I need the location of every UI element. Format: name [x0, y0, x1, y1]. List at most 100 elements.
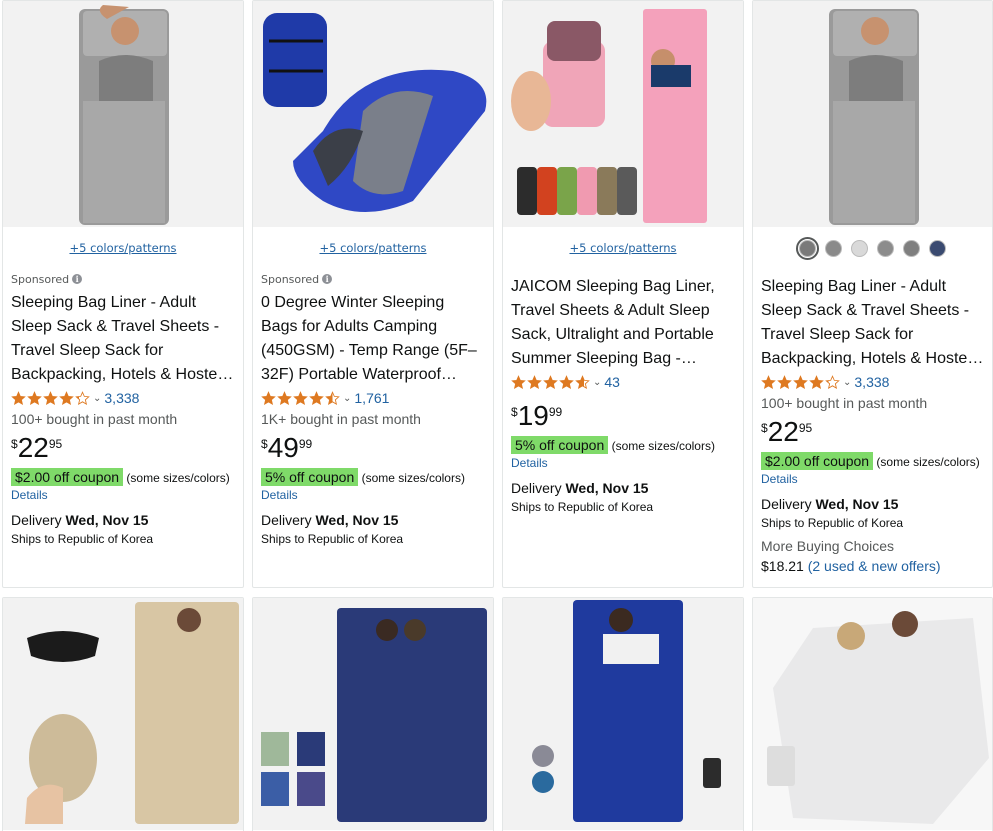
coupon-row: $2.00 off coupon (some sizes/colors) Det…: [761, 452, 984, 488]
star-icon: [293, 390, 308, 406]
rating-row[interactable]: ⌄ 1,761: [261, 387, 485, 409]
star-rating[interactable]: [761, 374, 840, 390]
product-card[interactable]: [502, 597, 744, 831]
star-icon: [527, 374, 542, 390]
color-swatch[interactable]: [929, 240, 946, 257]
product-card[interactable]: +5 colors/patterns Sponsored i Sleeping …: [2, 0, 244, 588]
review-count[interactable]: 43: [604, 374, 620, 390]
product-title[interactable]: Sleeping Bag Liner - Adult Sleep Sack & …: [761, 275, 984, 371]
more-buying-price: $18.21 (2 used & new offers): [761, 558, 941, 574]
product-image[interactable]: [503, 1, 743, 227]
info-icon[interactable]: i: [322, 274, 333, 284]
delivery-info: Delivery Wed, Nov 15: [11, 512, 149, 528]
coupon-badge[interactable]: 5% off coupon: [511, 436, 609, 454]
more-buying-choices: More Buying Choices: [761, 538, 895, 554]
color-swatch[interactable]: [903, 240, 920, 257]
sponsored-label: Sponsored i: [11, 271, 235, 287]
star-rating[interactable]: [511, 374, 590, 390]
price[interactable]: $ 22 95: [11, 433, 235, 465]
product-image[interactable]: [503, 598, 743, 830]
star-rating[interactable]: [261, 390, 340, 406]
color-swatch[interactable]: [851, 240, 868, 257]
ships-to: Ships to Republic of Korea: [761, 516, 904, 530]
color-swatch[interactable]: [877, 240, 894, 257]
details-link[interactable]: Details: [11, 488, 48, 502]
product-card[interactable]: [252, 597, 494, 831]
coupon-badge[interactable]: $2.00 off coupon: [761, 452, 874, 470]
product-image[interactable]: [253, 598, 493, 830]
product-card[interactable]: [2, 597, 244, 831]
product-card[interactable]: +5 colors/patterns Sponsored i 0 Degree …: [252, 0, 494, 588]
more-colors-link[interactable]: +5 colors/patterns: [503, 241, 743, 255]
product-image[interactable]: [753, 1, 992, 227]
product-title[interactable]: Sleeping Bag Liner - Adult Sleep Sack & …: [11, 291, 235, 387]
star-icon: [43, 390, 58, 406]
bought-count: 100+ bought in past month: [761, 395, 928, 411]
coupon-badge[interactable]: 5% off coupon: [261, 468, 359, 486]
star-icon: [261, 390, 276, 406]
bought-count: 100+ bought in past month: [11, 411, 178, 427]
more-colors-link[interactable]: +5 colors/patterns: [253, 241, 493, 255]
price[interactable]: $ 49 99: [261, 433, 485, 465]
star-icon: [325, 390, 340, 406]
rating-row[interactable]: ⌄ 43: [511, 371, 735, 393]
star-icon: [559, 374, 574, 390]
star-icon: [761, 374, 776, 390]
ships-to: Ships to Republic of Korea: [261, 532, 404, 546]
review-count[interactable]: 3,338: [854, 374, 889, 390]
product-image[interactable]: [753, 598, 992, 830]
star-icon: [777, 374, 792, 390]
coupon-row: 5% off coupon (some sizes/colors) Detail…: [511, 436, 735, 472]
star-icon: [793, 374, 808, 390]
details-link[interactable]: Details: [511, 455, 735, 472]
color-swatch[interactable]: [796, 237, 819, 260]
coupon-note: (some sizes/colors): [876, 455, 980, 469]
star-rating[interactable]: [11, 390, 90, 406]
chevron-down-icon[interactable]: ⌄: [343, 393, 351, 404]
star-icon: [511, 374, 526, 390]
rating-row[interactable]: ⌄ 3,338: [761, 371, 984, 393]
chevron-down-icon[interactable]: ⌄: [593, 377, 601, 388]
coupon-row: 5% off coupon (some sizes/colors) Detail…: [261, 468, 485, 504]
review-count[interactable]: 1,761: [354, 390, 389, 406]
star-icon: [277, 390, 292, 406]
delivery-info: Delivery Wed, Nov 15: [761, 496, 899, 512]
more-colors-link[interactable]: +5 colors/patterns: [3, 241, 243, 255]
product-image[interactable]: [253, 1, 493, 227]
offers-link[interactable]: (2 used & new offers): [808, 558, 941, 574]
coupon-note: (some sizes/colors): [361, 471, 465, 485]
star-icon: [575, 374, 590, 390]
ships-to: Ships to Republic of Korea: [11, 532, 154, 546]
product-image[interactable]: [3, 598, 243, 830]
star-icon: [27, 390, 42, 406]
sponsored-label: Sponsored i: [261, 271, 485, 287]
bought-count: 1K+ bought in past month: [261, 411, 421, 427]
star-icon: [543, 374, 558, 390]
details-link[interactable]: Details: [761, 472, 798, 486]
coupon-note: (some sizes/colors): [611, 439, 715, 453]
color-swatches: [753, 237, 992, 260]
details-link[interactable]: Details: [261, 487, 485, 504]
product-title[interactable]: JAICOM Sleeping Bag Liner, Travel Sheets…: [511, 275, 735, 371]
star-icon: [809, 374, 824, 390]
product-card[interactable]: [752, 597, 993, 831]
review-count[interactable]: 3,338: [104, 390, 139, 406]
rating-row[interactable]: ⌄ 3,338: [11, 387, 235, 409]
chevron-down-icon[interactable]: ⌄: [93, 393, 101, 404]
star-icon: [11, 390, 26, 406]
product-card[interactable]: Sleeping Bag Liner - Adult Sleep Sack & …: [752, 0, 993, 588]
price[interactable]: $ 19 99: [511, 401, 735, 433]
product-card[interactable]: +5 colors/patterns JAICOM Sleeping Bag L…: [502, 0, 744, 588]
star-icon: [75, 390, 90, 406]
coupon-row: $2.00 off coupon (some sizes/colors) Det…: [11, 468, 235, 504]
coupon-note: (some sizes/colors): [126, 471, 230, 485]
product-image[interactable]: [3, 1, 243, 227]
product-title[interactable]: 0 Degree Winter Sleeping Bags for Adults…: [261, 291, 485, 387]
star-icon: [825, 374, 840, 390]
star-icon: [309, 390, 324, 406]
info-icon[interactable]: i: [72, 274, 83, 284]
color-swatch[interactable]: [825, 240, 842, 257]
chevron-down-icon[interactable]: ⌄: [843, 377, 851, 388]
price[interactable]: $ 22 95: [761, 417, 984, 449]
coupon-badge[interactable]: $2.00 off coupon: [11, 468, 124, 486]
